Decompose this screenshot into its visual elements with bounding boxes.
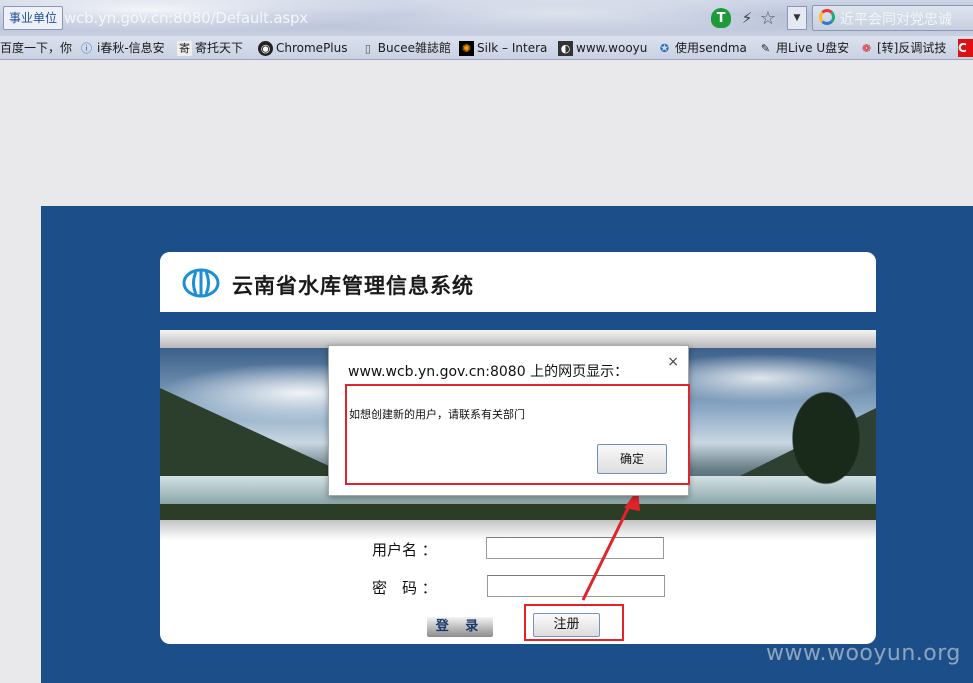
- sendmail-icon: ✪: [659, 41, 670, 55]
- bookmarks-bar: 百度一下，你 ⓘ i春秋-信息安 寄寄托天下 ◉ ChromePlus ▯ Bucee…: [0, 36, 973, 60]
- bookmark-star-icon[interactable]: ☆: [758, 8, 778, 29]
- close-icon[interactable]: ×: [667, 354, 679, 370]
- ichunqiu-icon: ⓘ: [81, 41, 92, 55]
- bookmark-label: Silk – Intera: [477, 41, 548, 55]
- tool-icon: ✎: [760, 41, 771, 55]
- lightning-icon[interactable]: ⚡: [737, 8, 757, 28]
- bookmark-item[interactable]: ✺ Silk – Intera: [459, 39, 549, 57]
- bookmark-item[interactable]: 寄寄托天下: [177, 39, 251, 57]
- bookmark-item[interactable]: ✪ 使用sendma: [657, 39, 749, 57]
- url-dropdown-button[interactable]: ▼: [787, 6, 807, 30]
- bookmark-item[interactable]: ◉ ChromePlus: [258, 39, 352, 57]
- dialog-highlight-box: [345, 384, 690, 485]
- system-title: 云南省水库管理信息系统: [232, 274, 474, 298]
- bookmark-label: [转]反调试技: [877, 41, 947, 55]
- search-box-text: 近平会同对党忠诚: [840, 12, 952, 28]
- password-label: 密 码 ：: [372, 579, 437, 597]
- bookmark-item[interactable]: 百度一下，你: [0, 39, 72, 57]
- url-field[interactable]: wcb.yn.gov.cn:8080/Default.aspx: [64, 7, 308, 29]
- weibo-icon: ❁: [861, 41, 872, 55]
- bookmark-label: ChromePlus: [276, 41, 348, 55]
- bookmark-label: i春秋-信息安: [97, 41, 165, 55]
- water-resources-logo-icon: [182, 268, 220, 298]
- login-header: 云南省水库管理信息系统: [160, 252, 876, 312]
- search-box[interactable]: 近平会同对党忠诚: [812, 5, 973, 31]
- search-engine-icon: [819, 9, 835, 25]
- watermark: www.wooyun.org: [766, 641, 961, 666]
- wooyun-icon: ◐: [558, 40, 573, 56]
- username-label: 用户名 ：: [372, 541, 437, 559]
- header-divider: [160, 312, 876, 330]
- username-input[interactable]: [486, 537, 664, 559]
- bookmark-item[interactable]: ✎ 用Live U盘安: [758, 39, 850, 57]
- bookmark-label: 寄托天下: [195, 41, 244, 55]
- dialog-title: www.wcb.yn.gov.cn:8080 上的网页显示：: [348, 364, 629, 380]
- silk-icon: ✺: [459, 40, 474, 56]
- bookmark-label: 使用sendma: [675, 41, 747, 55]
- bookmark-label: Bucee雑誌館: [377, 41, 451, 55]
- password-input[interactable]: [487, 575, 665, 597]
- page-icon: ▯: [364, 41, 371, 55]
- bookmark-item[interactable]: ▯ Bucee雑誌館: [361, 39, 451, 57]
- bookmark-label: 百度一下，你: [0, 41, 72, 55]
- t-shield-icon[interactable]: T: [711, 8, 731, 28]
- bookmark-label: 用Live U盘安: [776, 41, 850, 55]
- register-highlight-box: [524, 604, 624, 641]
- bookmark-label: www.wooyu: [576, 41, 648, 55]
- gter-icon: 寄: [177, 40, 192, 56]
- github-icon: ◉: [258, 40, 273, 56]
- bookmark-item[interactable]: ◐ www.wooyu: [558, 39, 648, 57]
- bookmark-item[interactable]: ⓘ i春秋-信息安: [79, 39, 169, 57]
- browser-address-bar: 事业单位 wcb.yn.gov.cn:8080/Default.aspx T ⚡…: [0, 0, 973, 36]
- bookmark-item[interactable]: ❁ [转]反调试技: [859, 39, 951, 57]
- login-button[interactable]: 登 录: [427, 617, 493, 637]
- site-tag-button[interactable]: 事业单位: [3, 6, 64, 30]
- overflow-bookmark-icon[interactable]: C: [958, 39, 973, 57]
- banner-tree: [766, 358, 876, 518]
